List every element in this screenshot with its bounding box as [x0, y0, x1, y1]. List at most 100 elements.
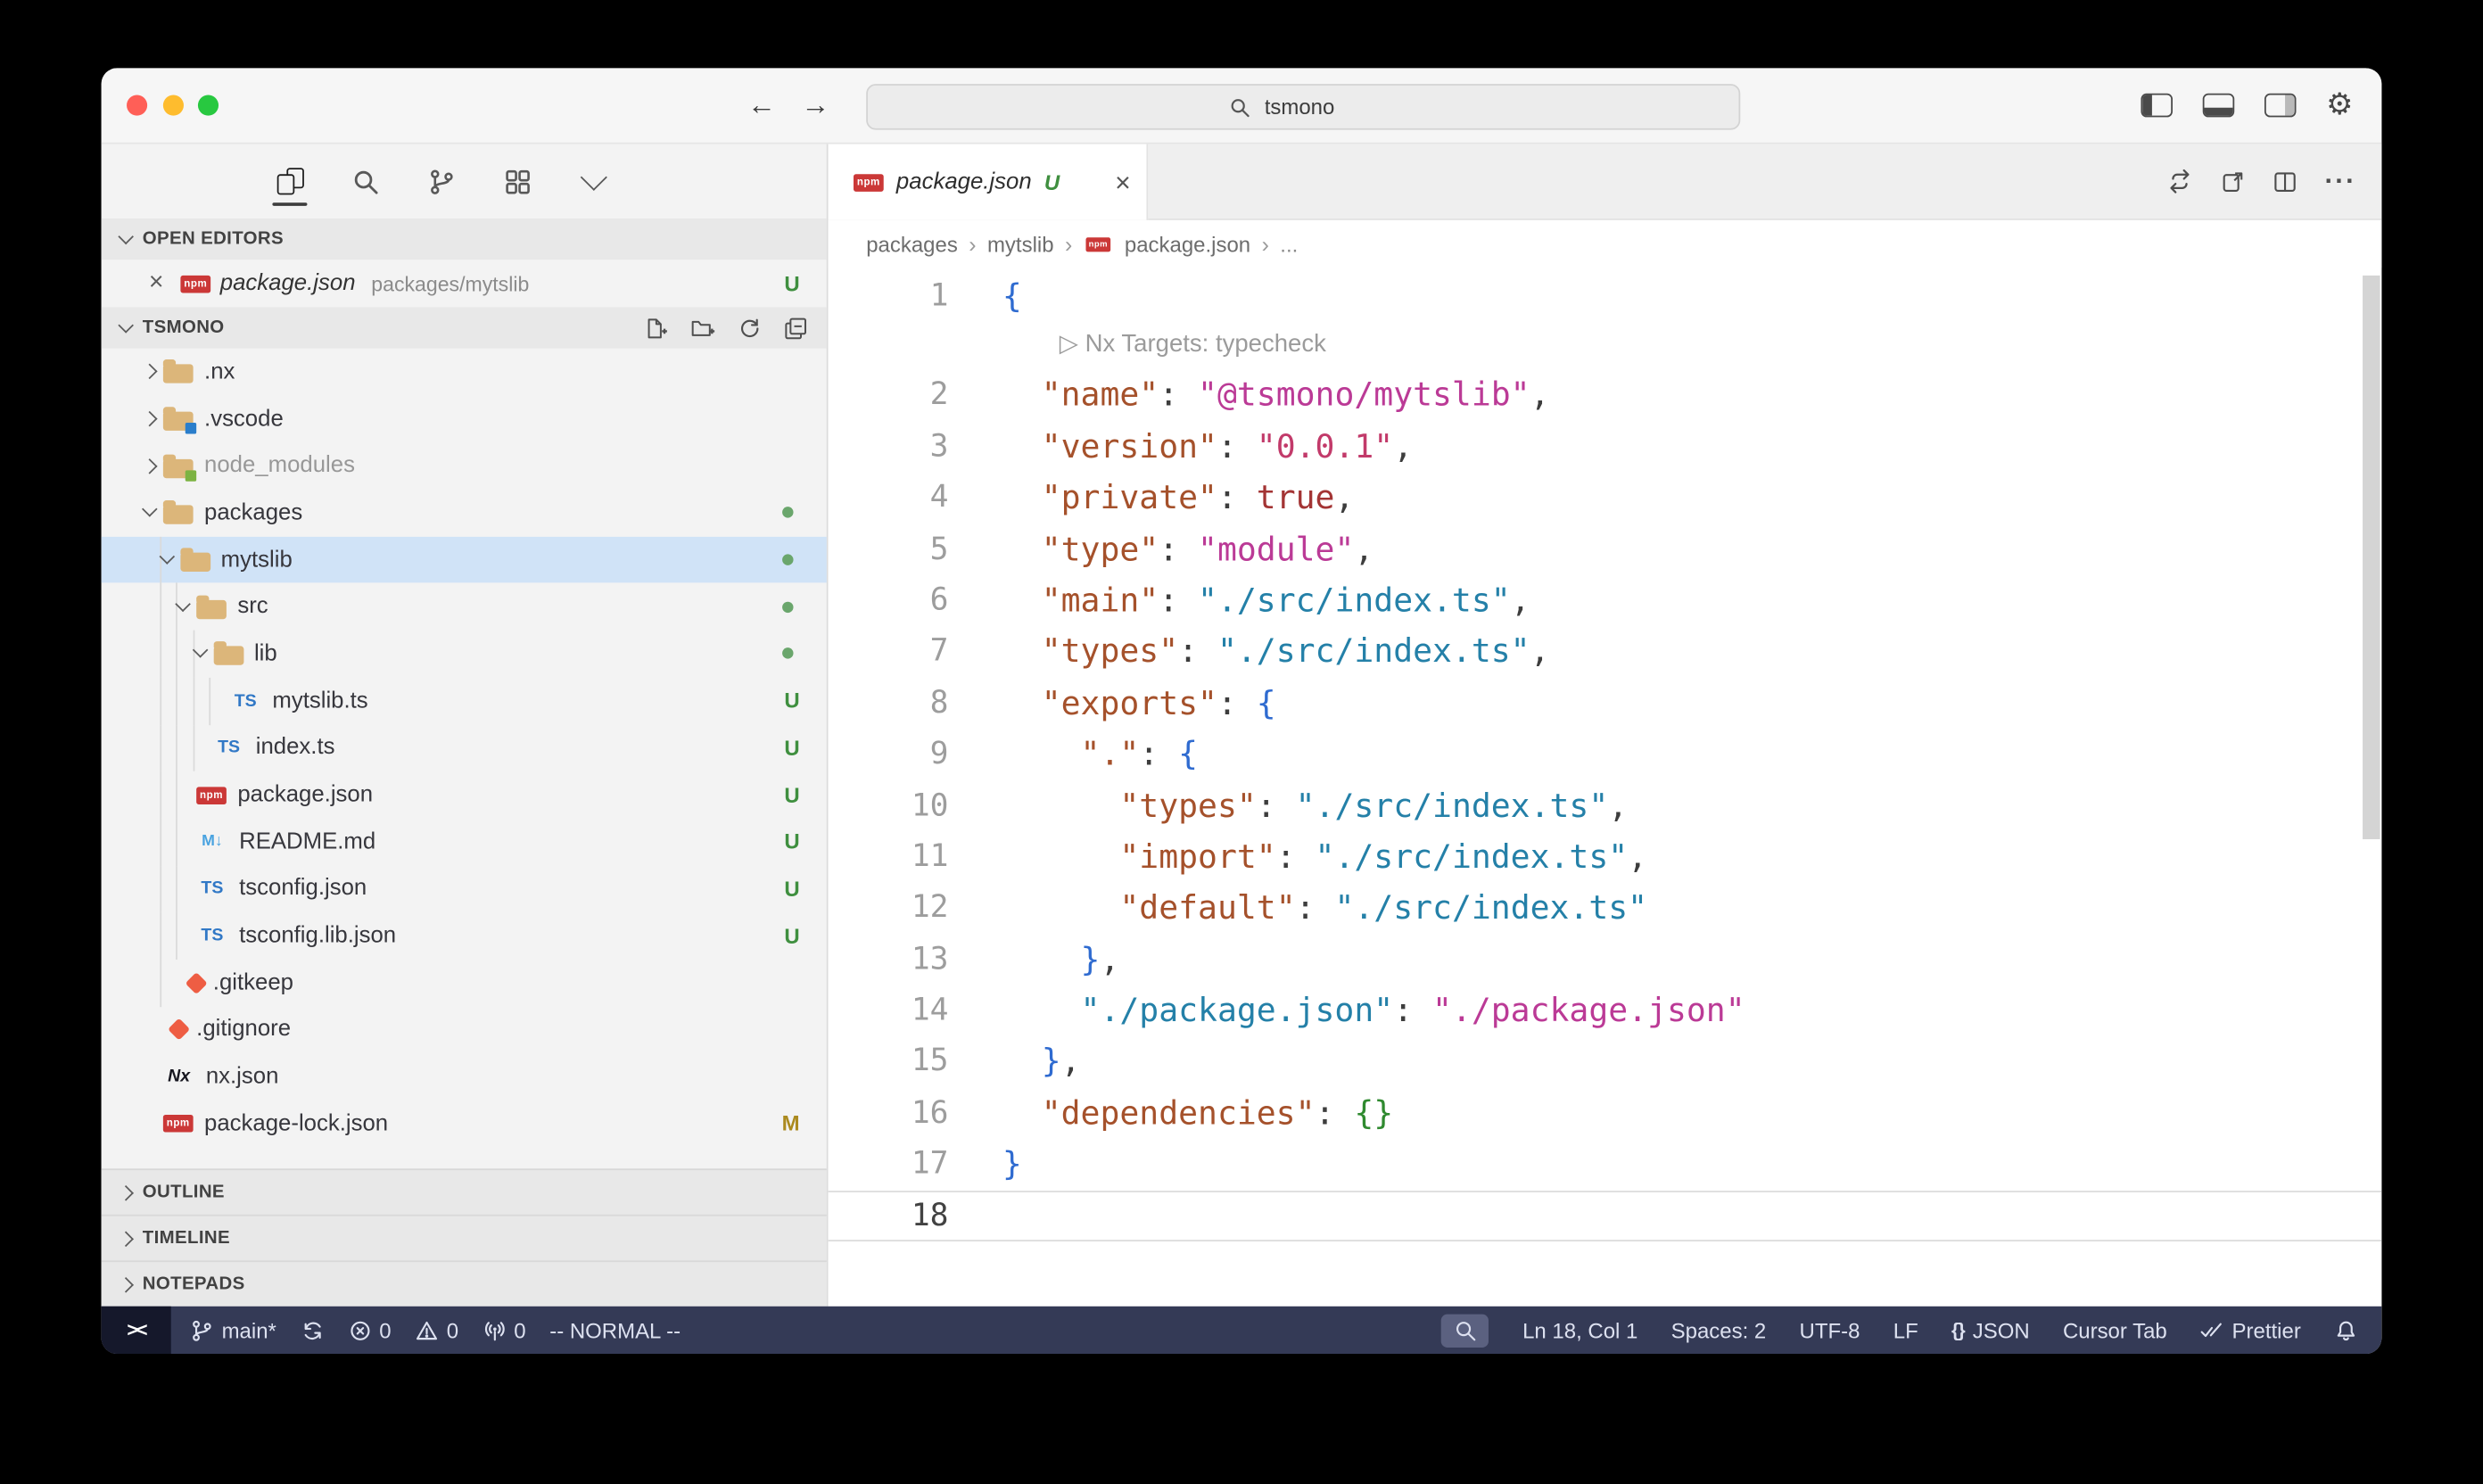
search-chip[interactable] — [1442, 1314, 1489, 1347]
breadcrumb-packages[interactable]: packages — [866, 232, 958, 256]
tree-item-index-ts[interactable]: TSindex.tsU — [102, 724, 827, 771]
tree-item-package-json[interactable]: npmpackage.jsonU — [102, 771, 827, 819]
toggle-sidebar-icon[interactable] — [2141, 94, 2173, 118]
code-line-14[interactable]: 14 "./package.json": "./package.json" — [829, 985, 2382, 1036]
tree-item-packages[interactable]: packages — [102, 490, 827, 537]
code-line-3[interactable]: 3 "version": "0.0.1", — [829, 421, 2382, 473]
cursor-position[interactable]: Ln 18, Col 1 — [1522, 1318, 1637, 1342]
minimize-button[interactable] — [162, 95, 183, 116]
tree-item-mytslib[interactable]: mytslib — [102, 536, 827, 583]
new-folder-icon[interactable] — [690, 316, 715, 340]
indentation[interactable]: Spaces: 2 — [1671, 1318, 1767, 1342]
eol[interactable]: LF — [1893, 1318, 1918, 1342]
compare-changes-icon[interactable] — [2166, 168, 2193, 194]
status-text: Prettier — [2232, 1318, 2301, 1342]
git-branch[interactable]: main* — [190, 1318, 276, 1342]
command-center-search[interactable] — [866, 84, 1740, 129]
open-editor-item[interactable]: × npm package.json packages/mytslib U — [102, 260, 827, 307]
tree-item-gitkeep[interactable]: .gitkeep — [102, 960, 827, 1007]
tree-item-label: tsconfig.json — [239, 877, 367, 902]
code-line-2[interactable]: 2 "name": "@tsmono/mytslib", — [829, 369, 2382, 421]
status-text: -- NORMAL -- — [549, 1318, 681, 1342]
toggle-panel-icon[interactable] — [2203, 94, 2235, 118]
tree-item-readme-md[interactable]: M↓README.mdU — [102, 819, 827, 866]
breadcrumb-more[interactable]: ... — [1280, 232, 1298, 256]
chevron-down-icon[interactable] — [576, 158, 611, 205]
language-mode[interactable]: {}JSON — [1951, 1318, 2030, 1342]
code-text: "types": "./src/index.ts", — [829, 626, 2382, 678]
code-line-5[interactable]: 5 "type": "module", — [829, 524, 2382, 575]
code-area[interactable]: 1{▷ Nx Targets: typecheck2 "name": "@tsm… — [829, 268, 2382, 1307]
code-line-16[interactable]: 16 "dependencies": {} — [829, 1088, 2382, 1140]
search-input[interactable] — [1261, 94, 1378, 120]
vim-mode[interactable]: -- NORMAL -- — [549, 1318, 681, 1342]
tree-item-tsconfig-lib-json[interactable]: TStsconfig.lib.jsonU — [102, 912, 827, 960]
code-line-13[interactable]: 13 }, — [829, 934, 2382, 985]
codelens-nx-targets[interactable]: ▷ Nx Targets: typecheck — [829, 322, 1326, 369]
zoom-button[interactable] — [198, 95, 219, 116]
remote-window-button[interactable]: >< — [102, 1307, 171, 1354]
project-section-header[interactable]: TSMONO — [102, 307, 827, 348]
code-line-6[interactable]: 6 "main": "./src/index.ts", — [829, 574, 2382, 626]
more-actions-icon[interactable]: ··· — [2324, 166, 2355, 198]
cursor-tab[interactable]: Cursor Tab — [2063, 1318, 2167, 1342]
tree-item-node-modules[interactable]: node_modules — [102, 442, 827, 490]
breadcrumb-mytslib[interactable]: mytslib — [987, 232, 1054, 256]
tree-item-nx-json[interactable]: Nxnx.json — [102, 1053, 827, 1101]
code-line-17[interactable]: 17} — [829, 1139, 2382, 1191]
code-line-10[interactable]: 10 "types": "./src/index.ts", — [829, 779, 2382, 831]
source-control-icon[interactable] — [425, 158, 459, 205]
open-changes-icon[interactable] — [2220, 169, 2245, 194]
sync-changes[interactable] — [300, 1318, 324, 1342]
notifications[interactable] — [2334, 1318, 2358, 1342]
tree-item-package-lock-json[interactable]: npmpackage-lock.jsonM — [102, 1101, 827, 1148]
explorer-icon[interactable] — [272, 158, 307, 205]
open-editors-header[interactable]: OPEN EDITORS — [102, 218, 827, 260]
back-arrow-icon[interactable]: ← — [747, 88, 776, 121]
gear-icon[interactable]: ⚙ — [2326, 90, 2353, 120]
formatter-prettier[interactable]: Prettier — [2200, 1318, 2301, 1342]
search-view-icon[interactable] — [349, 158, 384, 205]
code-line-1[interactable]: 1{ — [829, 271, 2382, 323]
outline-section-header[interactable]: OUTLINE — [102, 1168, 827, 1214]
code-line-8[interactable]: 8 "exports": { — [829, 677, 2382, 729]
ports-forwarded[interactable]: 0 — [483, 1318, 526, 1342]
code-text: { — [829, 271, 2382, 323]
extensions-icon[interactable] — [500, 158, 535, 205]
tree-item-src[interactable]: src — [102, 583, 827, 631]
code-line-7[interactable]: 7 "types": "./src/index.ts", — [829, 626, 2382, 678]
tree-item-vscode[interactable]: .vscode — [102, 395, 827, 442]
tree-item-gitignore[interactable]: .gitignore — [102, 1007, 827, 1054]
tab-package-json[interactable]: npm package.json U × — [829, 144, 1149, 220]
refresh-icon[interactable] — [738, 316, 762, 340]
notepads-section-header[interactable]: NOTEPADS — [102, 1260, 827, 1306]
status-text: 0 — [379, 1318, 391, 1342]
close-button[interactable] — [127, 95, 147, 116]
code-line-11[interactable]: 11 "import": "./src/index.ts", — [829, 831, 2382, 883]
encoding[interactable]: UTF-8 — [1800, 1318, 1860, 1342]
tree-item-tsconfig-json[interactable]: TStsconfig.jsonU — [102, 865, 827, 912]
breadcrumb-file[interactable]: package.json — [1125, 232, 1250, 256]
timeline-section-header[interactable]: TIMELINE — [102, 1215, 827, 1260]
toggle-secondary-sidebar-icon[interactable] — [2264, 94, 2297, 118]
open-editor-file: package.json — [220, 271, 356, 296]
app-window: ← → ⚙ — [102, 68, 2382, 1354]
tree-item-lib[interactable]: lib — [102, 631, 827, 678]
close-icon[interactable]: × — [1115, 169, 1131, 195]
close-icon[interactable]: × — [149, 271, 181, 296]
sidebar: OPEN EDITORS × npm package.json packages… — [102, 144, 829, 1307]
tree-item-mytslib-ts[interactable]: TSmytslib.tsU — [102, 678, 827, 725]
code-line-12[interactable]: 12 "default": "./src/index.ts" — [829, 882, 2382, 934]
split-editor-icon[interactable] — [2273, 169, 2297, 194]
chevron-down-icon — [153, 547, 179, 573]
forward-arrow-icon[interactable]: → — [801, 88, 829, 121]
code-line-9[interactable]: 9 ".": { — [829, 729, 2382, 780]
code-line-4[interactable]: 4 "private": true, — [829, 472, 2382, 524]
new-file-icon[interactable] — [643, 316, 668, 340]
problems-errors[interactable]: 0 — [348, 1318, 392, 1342]
tree-item-nx[interactable]: .nx — [102, 349, 827, 396]
collapse-all-icon[interactable] — [784, 316, 808, 340]
problems-warnings[interactable]: 0 — [415, 1318, 458, 1342]
code-line-15[interactable]: 15 }, — [829, 1036, 2382, 1088]
code-line-18[interactable]: 18 — [829, 1191, 2382, 1242]
